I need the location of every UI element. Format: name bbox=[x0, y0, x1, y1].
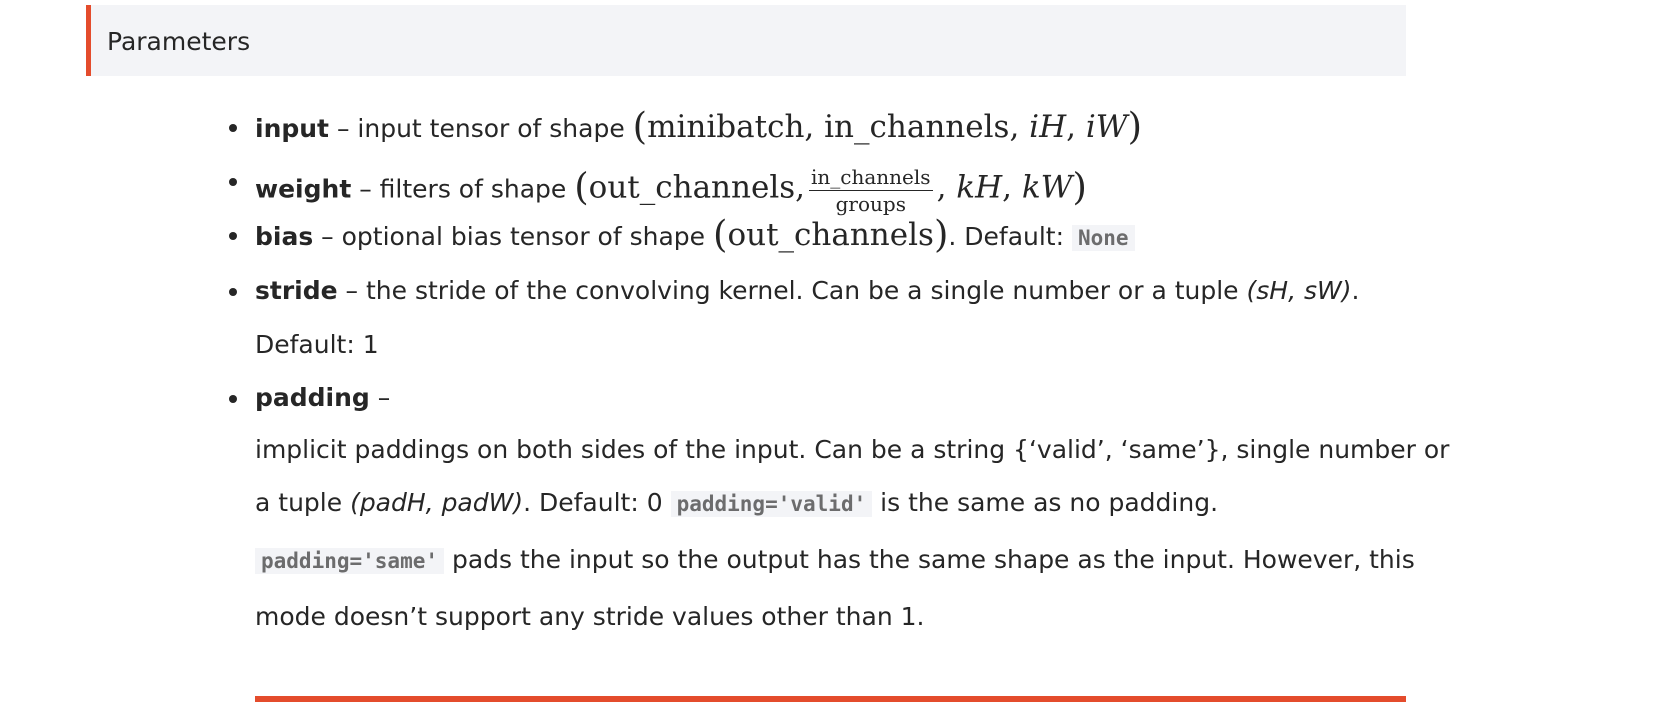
param-desc: – input tensor of shape bbox=[329, 114, 633, 143]
parameters-header: Parameters bbox=[86, 5, 1406, 76]
param-name: input bbox=[255, 114, 330, 143]
padding-same-code: padding='same' bbox=[255, 548, 445, 574]
fraction: in_channels groups bbox=[809, 166, 933, 215]
param-name: weight bbox=[255, 174, 352, 204]
math-shape-c: iH bbox=[1029, 109, 1067, 145]
stride-tail: . bbox=[1351, 276, 1360, 305]
bullet-icon bbox=[229, 288, 237, 296]
math-shape-a: minibatch bbox=[647, 109, 805, 145]
padding-line-3: padding='same' pads the input so the out… bbox=[255, 545, 1415, 576]
section-divider-bar bbox=[255, 696, 1406, 702]
padding-line-1: implicit paddings on both sides of the i… bbox=[255, 435, 1450, 464]
paren-close: ) bbox=[933, 213, 949, 256]
padding-line-2-b: . Default: 0 bbox=[523, 488, 671, 517]
fraction-denominator: groups bbox=[835, 192, 906, 216]
default-code: None bbox=[1071, 225, 1135, 251]
param-bias: bias – optional bias tensor of shape (ou… bbox=[229, 216, 1135, 253]
bullet-icon bbox=[229, 178, 237, 186]
padding-line-4: mode doesn’t support any stride values o… bbox=[255, 602, 925, 631]
padding-line-2: a tuple (padH, padW). Default: 0 padding… bbox=[255, 488, 1218, 519]
padding-line-2-c: is the same as no padding. bbox=[872, 488, 1219, 517]
param-desc: – optional bias tensor of shape bbox=[313, 222, 713, 251]
param-input: input – input tensor of shape (minibatch… bbox=[229, 108, 1142, 145]
param-dash: – bbox=[369, 383, 391, 412]
paren-open: ( bbox=[632, 105, 648, 148]
padding-line-2-a: a tuple bbox=[255, 488, 351, 517]
param-weight: weight – filters of shape (out_channels,… bbox=[229, 165, 1087, 215]
param-desc: – the stride of the convolving kernel. C… bbox=[337, 276, 1247, 305]
paren-close: ) bbox=[1127, 105, 1143, 148]
default-label: . Default: bbox=[948, 222, 1072, 251]
math-shape-d: kW bbox=[1021, 169, 1073, 206]
bullet-icon bbox=[229, 124, 237, 132]
param-name: bias bbox=[255, 222, 314, 251]
stride-default: Default: 1 bbox=[255, 330, 379, 359]
parameters-title: Parameters bbox=[107, 27, 251, 56]
param-padding: padding – bbox=[229, 383, 391, 413]
math-shape-a: out_channels bbox=[727, 217, 934, 253]
padding-tuple: (padH, padW) bbox=[350, 488, 524, 517]
padding-valid-code: padding='valid' bbox=[670, 491, 873, 517]
stride-tuple: (sH, sW) bbox=[1246, 276, 1352, 305]
param-desc: – filters of shape bbox=[351, 174, 575, 204]
bullet-icon bbox=[229, 232, 237, 240]
paren-open: ( bbox=[574, 165, 589, 209]
math-shape-b: in_channels bbox=[824, 109, 1010, 145]
paren-open: ( bbox=[713, 213, 728, 256]
math-shape-c: kH bbox=[956, 169, 1003, 206]
param-name: padding bbox=[255, 383, 370, 412]
fraction-numerator: in_channels bbox=[809, 165, 933, 191]
param-name: stride bbox=[255, 276, 338, 305]
padding-line-3-b: pads the input so the output has the sam… bbox=[444, 545, 1415, 574]
math-shape-d: iW bbox=[1085, 109, 1128, 145]
math-shape-a: out_channels bbox=[588, 169, 796, 206]
bullet-icon bbox=[229, 395, 237, 403]
param-stride: stride – the stride of the convolving ke… bbox=[229, 276, 1360, 306]
paren-close: ) bbox=[1072, 165, 1087, 209]
